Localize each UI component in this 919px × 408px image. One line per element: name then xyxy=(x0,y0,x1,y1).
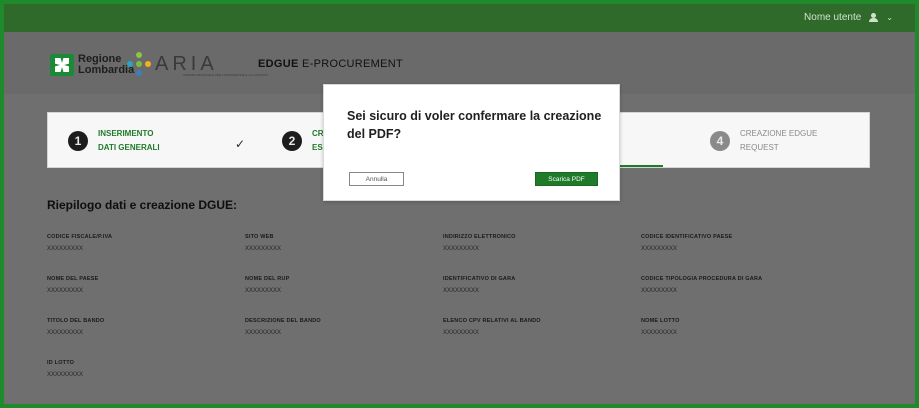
step-number: 4 xyxy=(710,131,730,151)
field-label: ID LOTTO xyxy=(47,360,75,366)
field-sito-web: SITO WEB XXXXXXXXX xyxy=(245,234,435,252)
field-nome-paese: NOME DEL PAESE XXXXXXXXX xyxy=(47,276,237,294)
aria-wordmark: ARIA xyxy=(155,52,218,75)
user-menu[interactable]: Nome utente ⌄ xyxy=(804,12,893,23)
step-label-line2: REQUEST xyxy=(740,143,779,152)
user-icon[interactable] xyxy=(869,13,879,22)
field-label: INDIRIZZO ELETTRONICO xyxy=(443,234,516,240)
active-step-indicator xyxy=(613,165,663,167)
field-label: NOME DEL RUP xyxy=(245,276,290,282)
field-value: XXXXXXXXX xyxy=(641,246,678,252)
field-label: NOME DEL PAESE xyxy=(47,276,99,282)
field-value: XXXXXXXXX xyxy=(47,330,84,336)
field-value: XXXXXXXXX xyxy=(443,246,480,252)
aria-dots-icon xyxy=(127,52,151,76)
field-value: XXXXXXXXX xyxy=(245,288,282,294)
field-descrizione-bando: DESCRIZIONE DEL BANDO XXXXXXXXX xyxy=(245,318,435,336)
field-label: SITO WEB xyxy=(245,234,274,240)
field-label: NOME LOTTO xyxy=(641,318,680,324)
step-1[interactable]: 1 INSERIMENTO DATI GENERALI xyxy=(68,127,176,155)
field-indirizzo-elettronico: INDIRIZZO ELETTRONICO XXXXXXXXX xyxy=(443,234,633,252)
field-value: XXXXXXXXX xyxy=(245,330,282,336)
app-title-bold: EDGUE xyxy=(258,58,299,70)
field-value: XXXXXXXXX xyxy=(443,330,480,336)
step-number: 1 xyxy=(68,131,88,151)
regione-lombardia-emblem-icon xyxy=(50,54,74,76)
field-label: DESCRIZIONE DEL BANDO xyxy=(245,318,321,324)
field-value: XXXXXXXXX xyxy=(47,246,84,252)
field-nome-lotto: NOME LOTTO XXXXXXXXX xyxy=(641,318,831,336)
step-number: 2 xyxy=(282,131,302,151)
download-pdf-button[interactable]: Scarica PDF xyxy=(535,172,598,186)
step-label: CREAZIONE EDGUE REQUEST xyxy=(740,127,850,155)
field-id-lotto: ID LOTTO XXXXXXXXX xyxy=(47,360,237,378)
field-value: XXXXXXXXX xyxy=(641,330,678,336)
field-titolo-bando: TITOLO DEL BANDO XXXXXXXXX xyxy=(47,318,237,336)
field-label: TITOLO DEL BANDO xyxy=(47,318,105,324)
field-value: XXXXXXXXX xyxy=(47,372,84,378)
app-title: EDGUE E-PROCUREMENT xyxy=(258,58,403,70)
chevron-down-icon[interactable]: ⌄ xyxy=(886,13,893,22)
confirm-dialog: Sei sicuro di voler confermare la creazi… xyxy=(323,84,620,201)
field-label: ELENCO CPV RELATIVI AL BANDO xyxy=(443,318,541,324)
field-label: CODICE IDENTIFICATIVO PAESE xyxy=(641,234,733,240)
field-value: XXXXXXXXX xyxy=(245,246,282,252)
field-label: CODICE FISCALE/P.IVA xyxy=(47,234,113,240)
logo-rl-line2: Lombardia xyxy=(78,64,135,76)
field-value: XXXXXXXXX xyxy=(47,288,84,294)
username[interactable]: Nome utente xyxy=(804,12,861,23)
dialog-title: Sei sicuro di voler confermare la creazi… xyxy=(347,109,602,141)
field-label: IDENTIFICATIVO DI GARA xyxy=(443,276,516,282)
field-nome-rup: NOME DEL RUP XXXXXXXXX xyxy=(245,276,435,294)
step-4[interactable]: 4 CREAZIONE EDGUE REQUEST xyxy=(710,127,850,155)
aria-logo: ARIA AZIENDA REGIONALE PER L'INNOVAZIONE… xyxy=(127,52,268,77)
summary-title: Riepilogo dati e creazione DGUE: xyxy=(47,198,238,212)
step-label-line1: CREAZIONE EDGUE xyxy=(740,129,818,138)
field-value: XXXXXXXXX xyxy=(443,288,480,294)
checkmark-icon: ✓ xyxy=(235,137,246,151)
field-codice-fiscale: CODICE FISCALE/P.IVA XXXXXXXXX xyxy=(47,234,237,252)
cancel-button[interactable]: Annulla xyxy=(349,172,404,186)
step-label-line1: INSERIMENTO xyxy=(98,129,154,138)
step-label: INSERIMENTO DATI GENERALI xyxy=(98,127,176,155)
field-codice-paese: CODICE IDENTIFICATIVO PAESE XXXXXXXXX xyxy=(641,234,831,252)
field-elenco-cpv: ELENCO CPV RELATIVI AL BANDO XXXXXXXXX xyxy=(443,318,633,336)
step-label-line2: DATI GENERALI xyxy=(98,143,160,152)
aria-subtitle: AZIENDA REGIONALE PER L'INNOVAZIONE E GL… xyxy=(183,72,269,77)
app-frame: Nome utente ⌄ Regione Lombardia ARIA AZI xyxy=(0,0,919,408)
top-bar: Nome utente ⌄ xyxy=(4,4,915,32)
field-identificativo-gara: IDENTIFICATIVO DI GARA XXXXXXXXX xyxy=(443,276,633,294)
field-value: XXXXXXXXX xyxy=(641,288,678,294)
field-tipologia-procedura: CODICE TIPOLOGIA PROCEDURA DI GARA XXXXX… xyxy=(641,276,831,294)
regione-lombardia-logo: Regione Lombardia xyxy=(50,54,134,76)
app-title-rest: E-PROCUREMENT xyxy=(298,58,404,70)
field-label: CODICE TIPOLOGIA PROCEDURA DI GARA xyxy=(641,276,763,282)
